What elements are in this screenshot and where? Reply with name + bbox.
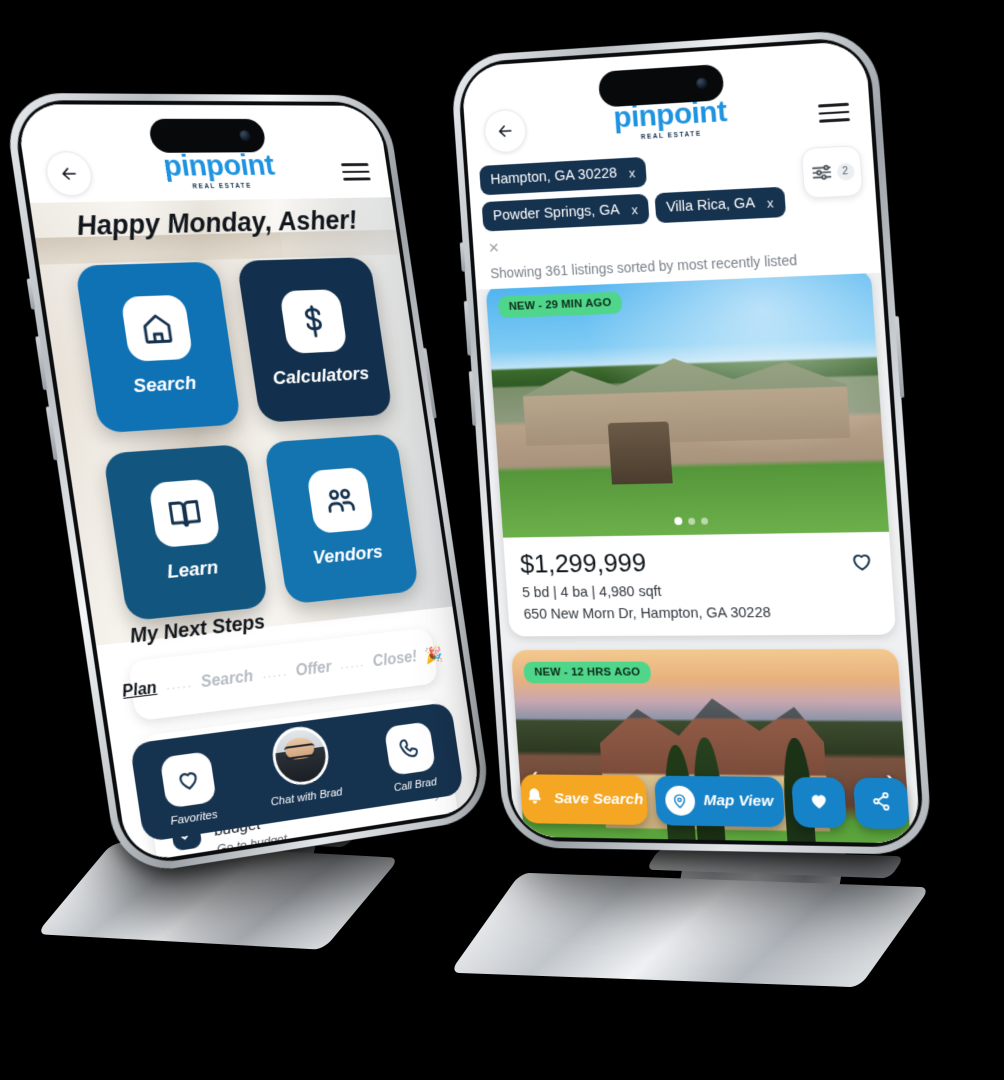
- search-results-screen: NEW - 29 MIN AGO $1,299,999 5 bd | 4 ba …: [460, 40, 922, 844]
- step-divider: ·····: [260, 665, 289, 684]
- step-offer[interactable]: Offer: [295, 659, 333, 681]
- dynamic-island: [147, 118, 267, 153]
- celebration-icon: 🎉: [423, 646, 445, 665]
- hamburger-menu-icon[interactable]: [818, 102, 851, 135]
- call-agent-button[interactable]: Call Brad: [383, 720, 439, 794]
- scene: pinpoint REAL ESTATE Happy Monday, Asher…: [0, 0, 1004, 1080]
- listing-info: $1,299,999 5 bd | 4 ba | 4,980 sqft 650 …: [503, 532, 896, 637]
- chat-with-agent-button[interactable]: Chat with Brad: [263, 723, 344, 809]
- listing-price: $1,299,999: [519, 547, 647, 579]
- heart-icon: [159, 750, 217, 809]
- location-tag[interactable]: Powder Springs, GA x: [481, 193, 650, 232]
- favorites-button[interactable]: [790, 777, 848, 829]
- share-button[interactable]: [852, 777, 910, 830]
- back-arrow-icon[interactable]: [482, 108, 528, 154]
- step-divider: ·····: [338, 656, 366, 674]
- dynamic-island: [597, 63, 725, 108]
- tile-calculators[interactable]: Calculators: [236, 257, 394, 423]
- dollar-icon: [278, 289, 348, 354]
- book-icon: [147, 478, 221, 549]
- search-header: Hampton, GA 30228 x Powder Springs, GA x…: [467, 138, 882, 290]
- step-search[interactable]: Search: [200, 668, 255, 692]
- phone-icon: [383, 720, 436, 776]
- favorites-button[interactable]: Favorites: [159, 750, 220, 828]
- logo-tagline: REAL ESTATE: [640, 130, 702, 141]
- close-icon[interactable]: x: [766, 195, 774, 210]
- hamburger-menu-icon[interactable]: [340, 163, 372, 192]
- map-view-button[interactable]: Map View: [653, 775, 786, 828]
- clear-all-icon[interactable]: ×: [484, 238, 504, 260]
- bell-icon: [523, 786, 546, 813]
- tag-label: Hampton, GA 30228: [489, 165, 618, 188]
- right-phone: NEW - 29 MIN AGO $1,299,999 5 bd | 4 ba …: [449, 28, 934, 855]
- tile-search[interactable]: Search: [74, 261, 242, 434]
- back-arrow-icon[interactable]: [43, 151, 95, 197]
- bottom-action-bar: Save Search Map View: [519, 774, 910, 830]
- tile-label: Search: [131, 372, 198, 398]
- step-plan[interactable]: Plan: [121, 679, 158, 702]
- house-icon: [119, 294, 193, 362]
- people-icon: [305, 466, 374, 535]
- listing-photo[interactable]: NEW - 29 MIN AGO: [485, 269, 890, 538]
- listing-address: 650 New Morn Dr, Hampton, GA 30228: [523, 605, 772, 623]
- location-tag[interactable]: Villa Rica, GA x: [654, 186, 786, 224]
- action-label: Chat with Brad: [269, 785, 344, 809]
- map-pin-icon: [664, 785, 696, 816]
- heart-filled-icon: [807, 789, 831, 817]
- logo-tagline: REAL ESTATE: [191, 182, 253, 190]
- action-label: Map View: [702, 792, 774, 810]
- location-tag[interactable]: Hampton, GA 30228 x: [479, 156, 647, 196]
- location-tags: Hampton, GA 30228 x Powder Springs, GA x…: [479, 149, 799, 260]
- share-icon: [869, 789, 894, 817]
- step-close[interactable]: Close!: [371, 649, 418, 672]
- listing-specs: 5 bd | 4 ba | 4,980 sqft: [521, 584, 662, 602]
- tile-learn[interactable]: Learn: [102, 443, 269, 622]
- filter-count-badge: 2: [835, 162, 855, 181]
- status-badge: NEW - 12 HRS AGO: [523, 661, 652, 684]
- tile-label: Vendors: [311, 541, 385, 569]
- listing-list[interactable]: NEW - 29 MIN AGO $1,299,999 5 bd | 4 ba …: [476, 269, 922, 844]
- action-label: Favorites: [169, 808, 219, 828]
- tag-label: Powder Springs, GA: [492, 202, 621, 225]
- photo-dots[interactable]: [674, 516, 709, 526]
- logo-wordmark: pinpoint: [161, 148, 277, 183]
- sliders-icon: [809, 161, 833, 184]
- close-icon[interactable]: x: [631, 202, 638, 217]
- tag-label: Villa Rica, GA: [665, 195, 756, 216]
- agent-avatar: [268, 723, 333, 789]
- action-label: Save Search: [553, 790, 644, 809]
- save-search-button[interactable]: Save Search: [519, 774, 649, 826]
- listing-card[interactable]: NEW - 29 MIN AGO $1,299,999 5 bd | 4 ba …: [485, 269, 897, 637]
- heart-outline-icon[interactable]: [848, 548, 876, 579]
- quick-action-tiles: Search Calculators Learn Vendors: [74, 257, 420, 622]
- action-label: Call Brad: [393, 775, 438, 794]
- tile-vendors[interactable]: Vendors: [263, 433, 420, 605]
- step-divider: ·····: [164, 676, 194, 696]
- tile-label: Calculators: [271, 363, 371, 390]
- app-logo: pinpoint REAL ESTATE: [161, 148, 277, 195]
- filter-button[interactable]: 2: [800, 144, 864, 199]
- close-icon[interactable]: x: [628, 165, 635, 180]
- tile-label: Learn: [165, 557, 220, 584]
